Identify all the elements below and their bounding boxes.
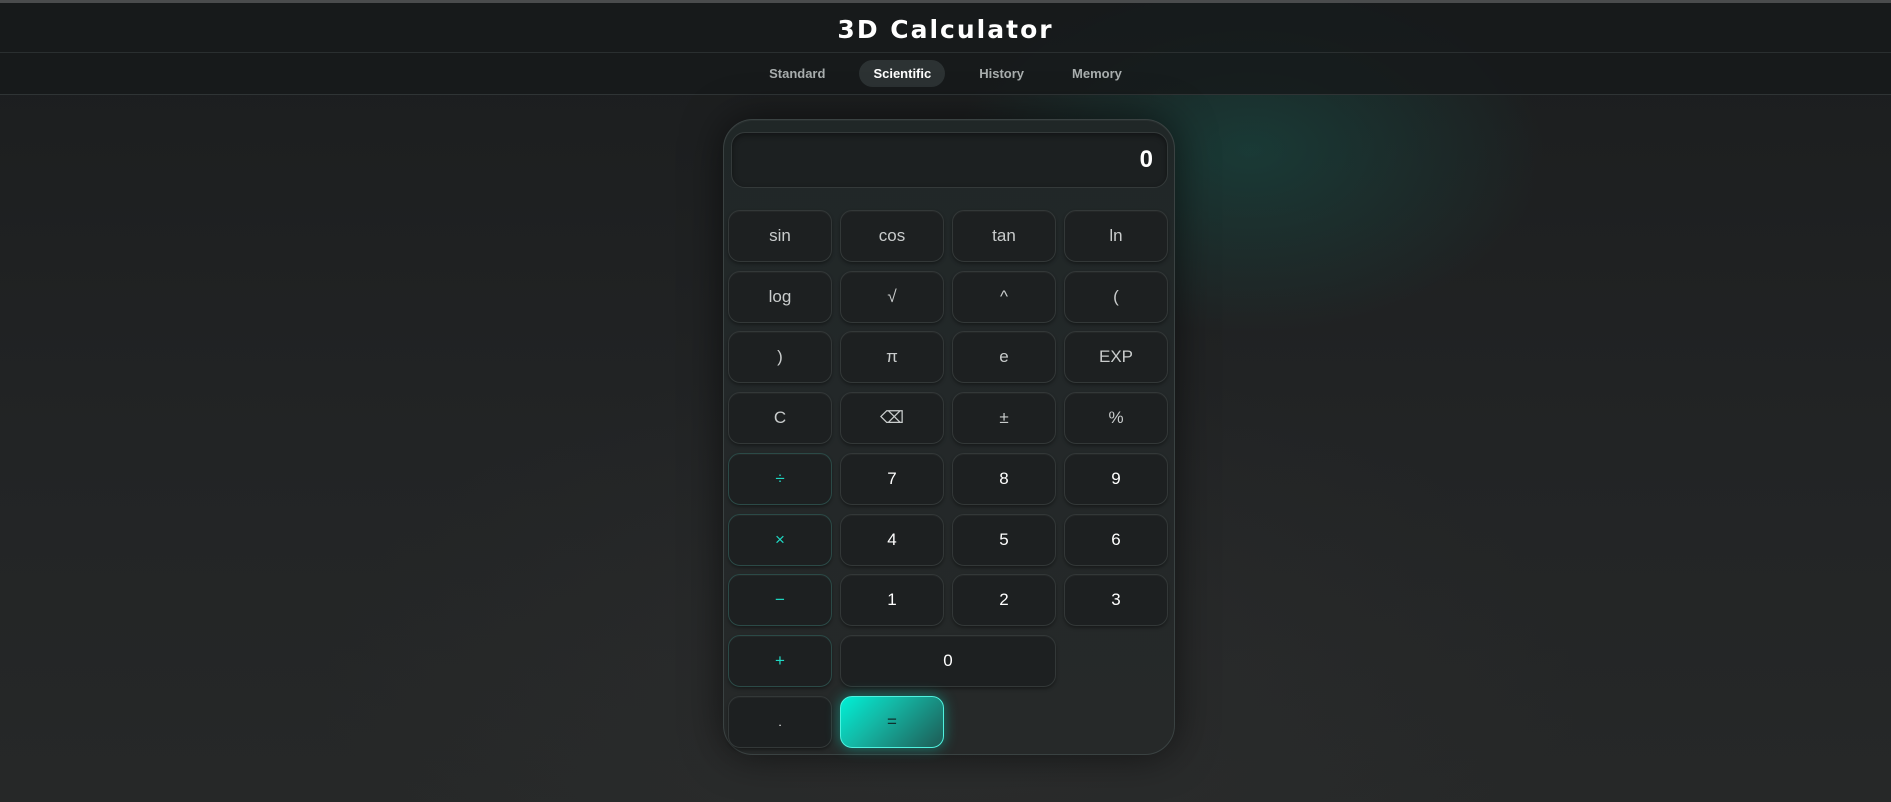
- app-header: 3D Calculator Standard Scientific Histor…: [0, 3, 1891, 95]
- digit-4-button[interactable]: 4: [840, 514, 944, 566]
- divide-button[interactable]: ÷: [728, 453, 832, 505]
- ln-button[interactable]: ln: [1064, 210, 1168, 262]
- cos-button[interactable]: cos: [840, 210, 944, 262]
- calculator-panel: 0 sin cos tan ln log √ ^ ( ) π e EXP C ⌫…: [723, 119, 1175, 755]
- sin-button[interactable]: sin: [728, 210, 832, 262]
- open-paren-button[interactable]: (: [1064, 271, 1168, 323]
- close-paren-button[interactable]: ): [728, 331, 832, 383]
- digit-0-button[interactable]: 0: [840, 635, 1056, 687]
- multiply-button[interactable]: ×: [728, 514, 832, 566]
- tab-scientific[interactable]: Scientific: [859, 59, 946, 87]
- tab-history[interactable]: History: [965, 60, 1038, 87]
- digit-6-button[interactable]: 6: [1064, 514, 1168, 566]
- digit-2-button[interactable]: 2: [952, 574, 1056, 626]
- clear-button[interactable]: C: [728, 392, 832, 444]
- pi-button[interactable]: π: [840, 331, 944, 383]
- equals-button[interactable]: =: [840, 696, 944, 748]
- digit-9-button[interactable]: 9: [1064, 453, 1168, 505]
- digit-8-button[interactable]: 8: [952, 453, 1056, 505]
- add-button[interactable]: +: [728, 635, 832, 687]
- digit-3-button[interactable]: 3: [1064, 574, 1168, 626]
- backspace-button[interactable]: ⌫: [840, 392, 944, 444]
- title-bar: 3D Calculator: [0, 3, 1891, 53]
- calculator-display: 0: [731, 132, 1168, 188]
- digit-1-button[interactable]: 1: [840, 574, 944, 626]
- power-button[interactable]: ^: [952, 271, 1056, 323]
- plus-minus-button[interactable]: ±: [952, 392, 1056, 444]
- tab-memory[interactable]: Memory: [1058, 60, 1136, 87]
- digit-5-button[interactable]: 5: [952, 514, 1056, 566]
- mode-tabs: Standard Scientific History Memory: [0, 53, 1891, 93]
- tab-standard[interactable]: Standard: [755, 60, 839, 87]
- subtract-button[interactable]: −: [728, 574, 832, 626]
- digit-7-button[interactable]: 7: [840, 453, 944, 505]
- euler-button[interactable]: e: [952, 331, 1056, 383]
- decimal-button[interactable]: .: [728, 696, 832, 748]
- display-value: 0: [1139, 146, 1153, 173]
- percent-button[interactable]: %: [1064, 392, 1168, 444]
- app-title: 3D Calculator: [837, 15, 1054, 44]
- sqrt-button[interactable]: √: [840, 271, 944, 323]
- log-button[interactable]: log: [728, 271, 832, 323]
- tan-button[interactable]: tan: [952, 210, 1056, 262]
- exp-button[interactable]: EXP: [1064, 331, 1168, 383]
